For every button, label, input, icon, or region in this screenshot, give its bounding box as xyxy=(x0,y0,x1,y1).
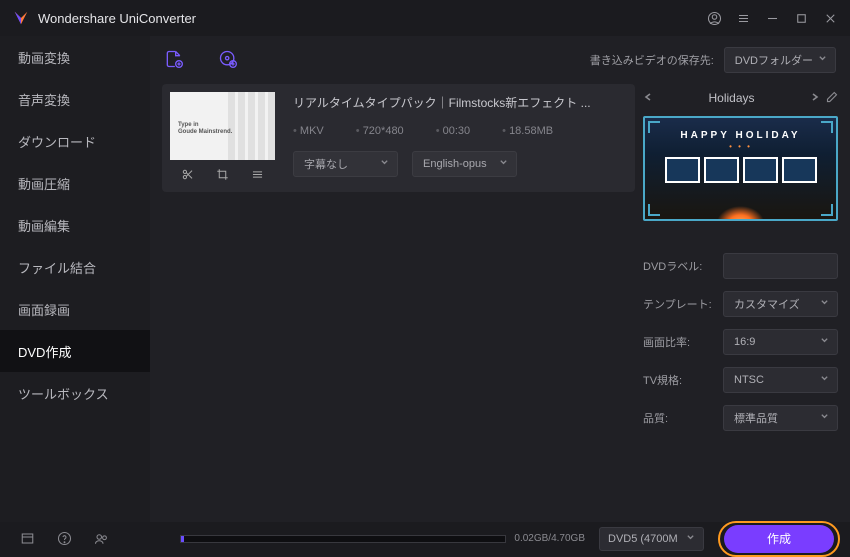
app-logo-icon xyxy=(12,9,30,27)
sidebar-item[interactable]: 画面録画 xyxy=(0,288,150,330)
account-icon[interactable] xyxy=(707,11,722,26)
settings-select[interactable]: NTSC xyxy=(723,367,838,393)
sidebar-item[interactable]: ファイル結合 xyxy=(0,246,150,288)
template-banner-text: HAPPY HOLIDAY xyxy=(645,130,836,141)
file-card[interactable]: Type inGoude Mainstrend. リアルタイムタイプパック｜Fi… xyxy=(162,84,635,192)
settings-label: テンプレート: xyxy=(643,296,723,312)
maximize-icon[interactable] xyxy=(794,11,809,26)
settings-select[interactable] xyxy=(723,253,838,279)
settings-row: 画面比率: 16:9 xyxy=(643,329,838,355)
chevron-down-icon xyxy=(820,374,829,386)
toolbar: 書き込みビデオの保存先: DVDフォルダー xyxy=(150,36,850,84)
settings-label: DVDラベル: xyxy=(643,258,723,274)
size-progress-text: 0.02GB/4.70GB xyxy=(514,533,585,544)
save-target-select[interactable]: DVDフォルダー xyxy=(724,47,836,73)
sidebar: 動画変換音声変換ダウンロード動画圧縮動画編集ファイル結合画面録画DVD作成ツール… xyxy=(0,36,150,522)
file-title: リアルタイムタイプパック｜Filmstocks新エフェクト ... xyxy=(293,94,627,111)
sidebar-item[interactable]: 音声変換 xyxy=(0,78,150,120)
dvd-settings: DVDラベル: テンプレート: カスタマイズ画面比率: 16:9 TV規格: NTSC 品質… xyxy=(643,253,838,431)
settings-value: 16:9 xyxy=(734,336,755,348)
minimize-icon[interactable] xyxy=(765,11,780,26)
settings-row: TV規格: NTSC xyxy=(643,367,838,393)
footer: 0.02GB/4.70GB DVD5 (4700M 作成 xyxy=(0,522,850,555)
file-specs: MKV 720*480 00:30 18.58MB xyxy=(293,125,627,137)
settings-row: 品質: 標準品質 xyxy=(643,405,838,431)
sidebar-item[interactable]: 動画編集 xyxy=(0,204,150,246)
tutorial-icon[interactable] xyxy=(20,531,35,546)
settings-select[interactable]: カスタマイズ xyxy=(723,291,838,317)
template-prev-button[interactable] xyxy=(643,91,653,105)
close-icon[interactable] xyxy=(823,11,838,26)
effects-icon[interactable] xyxy=(251,168,264,181)
burn-button[interactable]: 作成 xyxy=(724,525,834,553)
template-edit-button[interactable] xyxy=(820,91,838,106)
video-thumbnail: Type inGoude Mainstrend. xyxy=(170,92,275,160)
chevron-down-icon xyxy=(686,533,695,545)
app-title: Wondershare UniConverter xyxy=(38,11,196,26)
settings-label: TV規格: xyxy=(643,372,723,388)
chevron-down-icon xyxy=(818,54,827,66)
settings-label: 画面比率: xyxy=(643,334,723,350)
file-duration: 00:30 xyxy=(436,125,470,137)
burn-button-label: 作成 xyxy=(767,530,791,547)
file-resolution: 720*480 xyxy=(356,125,404,137)
sidebar-item[interactable]: 動画圧縮 xyxy=(0,162,150,204)
sidebar-item[interactable]: DVD作成 xyxy=(0,330,150,372)
subtitle-value: 字幕なし xyxy=(304,156,348,172)
menu-icon[interactable] xyxy=(736,11,751,26)
disc-type-value: DVD5 (4700M xyxy=(608,533,678,545)
add-file-button[interactable] xyxy=(164,49,184,72)
size-progress-bar xyxy=(180,535,506,543)
titlebar: Wondershare UniConverter xyxy=(0,0,850,36)
settings-value: 標準品質 xyxy=(734,410,778,426)
sidebar-item[interactable]: ダウンロード xyxy=(0,120,150,162)
settings-value: カスタマイズ xyxy=(734,296,800,312)
save-location-label: 書き込みビデオの保存先: xyxy=(590,52,714,68)
template-name: Holidays xyxy=(653,91,810,105)
settings-row: テンプレート: カスタマイズ xyxy=(643,291,838,317)
crop-icon[interactable] xyxy=(216,168,229,181)
audio-value: English-opus xyxy=(423,158,487,170)
chevron-down-icon xyxy=(820,336,829,348)
audio-select[interactable]: English-opus xyxy=(412,151,517,177)
help-icon[interactable] xyxy=(57,531,72,546)
template-next-button[interactable] xyxy=(810,91,820,105)
settings-value: NTSC xyxy=(734,374,764,386)
chevron-down-icon xyxy=(380,158,389,170)
template-header: Holidays xyxy=(643,84,838,112)
template-preview[interactable]: HAPPY HOLIDAY • • • xyxy=(643,116,838,221)
subtitle-select[interactable]: 字幕なし xyxy=(293,151,398,177)
settings-select[interactable]: 標準品質 xyxy=(723,405,838,431)
disc-type-select[interactable]: DVD5 (4700M xyxy=(599,527,704,551)
chevron-down-icon xyxy=(820,412,829,424)
chevron-down-icon xyxy=(499,158,508,170)
file-size: 18.58MB xyxy=(502,125,553,137)
settings-select[interactable]: 16:9 xyxy=(723,329,838,355)
sidebar-item[interactable]: ツールボックス xyxy=(0,372,150,414)
sidebar-item[interactable]: 動画変換 xyxy=(0,36,150,78)
chevron-down-icon xyxy=(820,298,829,310)
file-format: MKV xyxy=(293,125,324,137)
trim-icon[interactable] xyxy=(181,168,194,181)
settings-row: DVDラベル: xyxy=(643,253,838,279)
settings-label: 品質: xyxy=(643,410,723,426)
add-disc-button[interactable] xyxy=(218,49,238,72)
burn-highlight: 作成 xyxy=(718,521,840,557)
save-target-value: DVDフォルダー xyxy=(735,52,813,68)
community-icon[interactable] xyxy=(94,531,109,546)
